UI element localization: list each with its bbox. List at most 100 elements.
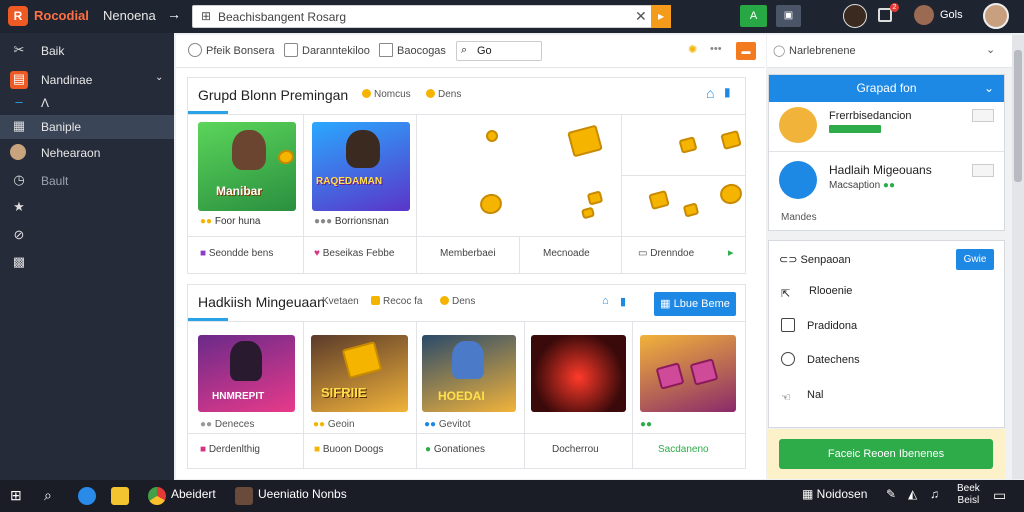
- search-icon[interactable]: ⌕: [44, 487, 52, 504]
- divider: [621, 114, 622, 274]
- game-card-5[interactable]: HOEDAI: [422, 335, 516, 412]
- store-icon: ▤: [10, 71, 28, 89]
- game-card-1[interactable]: Manibar: [198, 122, 296, 211]
- pen-icon[interactable]: ✎: [886, 487, 896, 501]
- table-icon: ▦: [12, 118, 26, 133]
- menu-title-text: Senpaoan: [800, 254, 851, 266]
- profile-avatar[interactable]: [843, 4, 867, 28]
- sidebar-item-baik[interactable]: ✂ Baik: [0, 39, 174, 63]
- tag-nomcus[interactable]: Nomcus: [362, 89, 411, 100]
- menu-item[interactable]: ⇱ Rlooenie: [781, 285, 852, 301]
- menu-item[interactable]: Datechens: [781, 352, 860, 366]
- sidebar-item-dash[interactable]: – Ʌ: [0, 91, 174, 115]
- taskbar-item-label[interactable]: Ueeniatio Nonbs: [258, 487, 347, 501]
- sidebar-item-baniple[interactable]: ▦ Baniple: [0, 115, 174, 139]
- tool-item-1[interactable]: Pfeik Bonsera: [188, 43, 274, 57]
- right-header-label: Narlebrenene: [789, 45, 856, 57]
- group-dropdown[interactable]: Grapad fon ⌄: [769, 75, 1004, 102]
- card-footer[interactable]: ■ Seondde bens: [200, 248, 273, 259]
- sun-icon[interactable]: ✺: [688, 43, 697, 56]
- bookmark-icon[interactable]: ▮: [620, 295, 626, 308]
- scrollbar-thumb[interactable]: [1014, 50, 1022, 182]
- user-avatar[interactable]: [914, 5, 934, 25]
- search-input[interactable]: ⌕ Go: [456, 41, 542, 61]
- card-footer[interactable]: Sacdaneno: [658, 444, 709, 455]
- card-footer[interactable]: ■ Buoon Doogs: [314, 444, 383, 455]
- app-thumb-icon[interactable]: [235, 487, 253, 505]
- game-card-7[interactable]: [640, 335, 736, 412]
- bookmark-icon[interactable]: ▮: [724, 85, 731, 99]
- cell-label[interactable]: ▭ Drenndoe: [638, 248, 694, 259]
- box-icon: [371, 296, 380, 305]
- menu-item[interactable]: Pradidona: [781, 318, 857, 332]
- arrow-right-icon[interactable]: →: [167, 6, 181, 22]
- go-button[interactable]: ▸: [651, 5, 671, 28]
- cta-button[interactable]: Faceic Reoen Ibenenes: [779, 439, 993, 469]
- coin-icon: [440, 296, 449, 305]
- tray-item[interactable]: ▦ Noidosen: [802, 487, 867, 501]
- cell-label[interactable]: Memberbaei: [440, 248, 496, 259]
- account-avatar[interactable]: [983, 3, 1009, 29]
- more-link[interactable]: Mandes: [781, 212, 817, 223]
- translate-button[interactable]: A: [740, 5, 767, 27]
- coin-icon: [477, 191, 505, 217]
- grid-icon: ▩: [12, 254, 26, 269]
- menu-button[interactable]: Gwie: [956, 249, 994, 270]
- network-icon[interactable]: ◭: [908, 487, 917, 501]
- home-icon[interactable]: ⌂: [602, 295, 609, 307]
- member-name[interactable]: Hadlaih Migeouans: [829, 163, 932, 177]
- menu-item[interactable]: ☜ Nal: [781, 389, 824, 405]
- url-text[interactable]: Beachisbangent Rosarg: [218, 10, 346, 24]
- home-icon[interactable]: ⌂: [706, 85, 714, 101]
- game-card-6[interactable]: [531, 335, 626, 412]
- game-card-4[interactable]: SIFRIIE: [311, 335, 408, 412]
- member-name[interactable]: Frerrbisedancion: [829, 110, 912, 122]
- sidebar-item-nehearaon[interactable]: Nehearaon: [0, 141, 174, 165]
- divider: [188, 114, 745, 115]
- clock[interactable]: Beek Beisl: [957, 483, 980, 507]
- windows-icon[interactable]: ⊞: [10, 487, 22, 504]
- card-footer[interactable]: ♥ Beseikas Febbe: [314, 248, 394, 259]
- more-icon[interactable]: •••: [710, 43, 722, 55]
- address-bar[interactable]: ⊞ Beachisbangent Rosarg ✕ ▸: [192, 5, 671, 28]
- game-card-3[interactable]: HNMREPIT: [198, 335, 295, 412]
- tool-item-2[interactable]: Daranntekiloo: [284, 43, 370, 57]
- sidebar-item-bault[interactable]: ◷ Bault: [0, 169, 174, 193]
- arrow-icon[interactable]: ▸: [728, 246, 734, 259]
- tag-recoc[interactable]: Recoc fa: [371, 296, 422, 307]
- taskbar-item-label[interactable]: Abeidert: [171, 487, 216, 501]
- gold-box-icon: [580, 206, 596, 220]
- chevron-down-icon[interactable]: ⌄: [986, 43, 995, 56]
- sidebar-item-nandinae[interactable]: ▤ Nandinae ⌄: [0, 68, 174, 92]
- member-action[interactable]: [972, 109, 994, 122]
- sidebar-item-star[interactable]: ★: [0, 196, 174, 220]
- cell-label[interactable]: Mecnoade: [543, 248, 590, 259]
- tag-dens[interactable]: Dens: [440, 296, 475, 307]
- group-title: Grapad fon: [856, 81, 917, 95]
- volume-icon[interactable]: ♫: [930, 487, 939, 501]
- card-footer[interactable]: ■ Derdenlthig: [200, 444, 260, 455]
- keyboard-icon: ▦: [802, 487, 817, 501]
- user-name[interactable]: Gols: [940, 9, 963, 21]
- gold-box-icon: [678, 136, 698, 154]
- close-icon[interactable]: ✕: [635, 8, 647, 25]
- screen-button[interactable]: ▣: [776, 5, 801, 27]
- sidebar-item-grid[interactable]: ▩: [0, 251, 174, 275]
- folder-icon[interactable]: [111, 487, 129, 505]
- browser-icon[interactable]: [78, 487, 96, 505]
- panel-action-button[interactable]: ▦ Lbue Beme: [654, 292, 736, 316]
- game-card-2[interactable]: RAQEDAMAN: [312, 122, 410, 211]
- member-action[interactable]: [972, 164, 994, 177]
- footer-text: Beseikas Febbe: [322, 248, 395, 259]
- tag-kvetaen[interactable]: Kvetaen: [322, 296, 359, 307]
- notifications-icon[interactable]: ▭: [993, 487, 1006, 504]
- orange-button[interactable]: ▬: [736, 42, 756, 60]
- tool-item-3[interactable]: Baocogas: [379, 43, 446, 57]
- tag-dens[interactable]: Dens: [426, 89, 461, 100]
- dots-icon: ●●: [200, 419, 215, 430]
- chrome-icon[interactable]: [148, 487, 166, 505]
- member-sub: Macsaption ●●: [829, 180, 895, 191]
- sidebar-item-globe[interactable]: ⊘: [0, 224, 174, 248]
- card-footer[interactable]: Docherrou: [552, 444, 599, 455]
- card-footer[interactable]: ● Gonationes: [425, 444, 485, 455]
